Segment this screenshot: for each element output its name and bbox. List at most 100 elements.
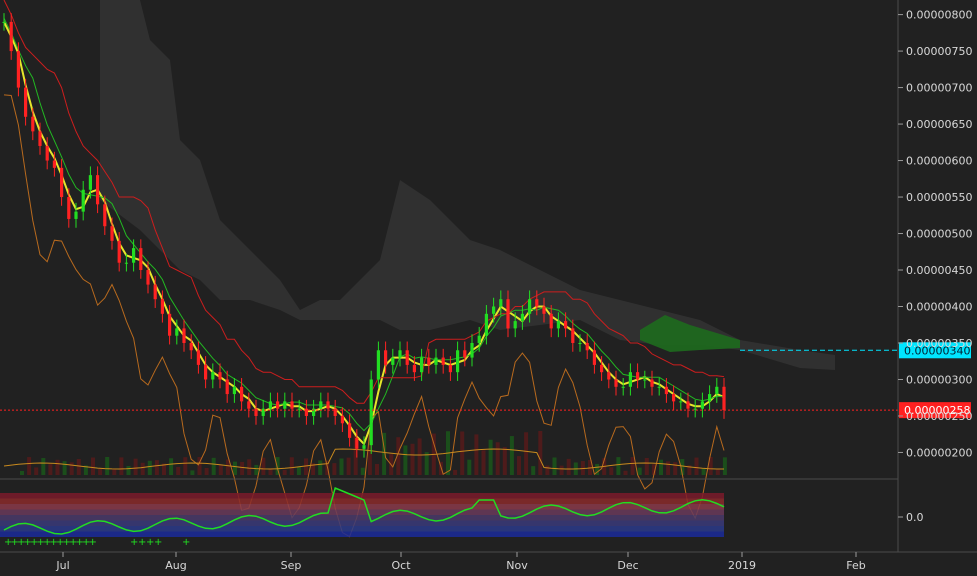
candle-body (679, 401, 683, 403)
candle-body (189, 342, 193, 351)
candle-body (124, 262, 128, 264)
candle-body (492, 306, 496, 314)
volume-bar (509, 436, 514, 475)
volume-bar (296, 466, 301, 475)
candle-body (110, 226, 114, 241)
volume-bar (332, 463, 337, 475)
candle-body (103, 204, 107, 227)
candle-body (240, 386, 244, 402)
candle-body (700, 401, 704, 409)
volume-bar (495, 442, 500, 475)
volume-bar (55, 459, 60, 475)
candle-body (722, 386, 726, 411)
volume-bar (147, 460, 152, 475)
volume-bar (48, 464, 53, 475)
candle-body (585, 342, 589, 351)
volume-bar (375, 463, 379, 475)
volume-bar (254, 464, 259, 475)
volume-bar (559, 465, 564, 475)
candle-body (218, 372, 222, 380)
candle-body (506, 299, 510, 329)
volume-bar (76, 458, 81, 475)
candle-body (376, 350, 380, 380)
volume-bar (233, 461, 237, 475)
candle-body (340, 415, 344, 424)
volume-bar (666, 461, 671, 475)
candle-body (182, 328, 186, 343)
price-tick-label: 0.00000450 (906, 264, 972, 277)
candle-body (247, 401, 251, 409)
candle-body (369, 379, 373, 446)
date-label: Feb (846, 559, 865, 572)
signal-marker: + (154, 537, 162, 548)
candle-body (600, 364, 604, 373)
candle-body (470, 342, 474, 358)
date-label: Dec (617, 559, 638, 572)
volume-bar (282, 470, 287, 475)
candle-body (556, 321, 560, 329)
volume-bar (119, 457, 124, 475)
price-tick-label: 0.00000250 (906, 410, 972, 423)
candle-body (564, 321, 568, 329)
candle-body (592, 350, 596, 365)
candle-body (398, 350, 402, 358)
volume-bar (659, 459, 663, 475)
volume-bar (630, 457, 635, 475)
candle-body (160, 299, 164, 314)
candle-body (9, 21, 13, 52)
price-tick-label: 0.00000400 (906, 301, 972, 314)
volume-bar (502, 447, 507, 475)
candle-body (96, 175, 100, 205)
candle-body (362, 445, 366, 449)
candle-body (636, 372, 640, 380)
candle-body (513, 321, 517, 329)
price-chart[interactable]: 0.000003400.00000258 ++++++++++++++ + + + + +… (0, 0, 977, 576)
signal-marker: + (89, 537, 97, 548)
price-tick-label: 0.00000200 (906, 446, 972, 459)
candle-body (542, 306, 546, 314)
price-tick-label: 0.00000300 (906, 373, 972, 386)
candle-body (391, 357, 395, 365)
candle-body (168, 313, 172, 336)
volume-bar (105, 457, 110, 475)
candle-body (672, 394, 676, 402)
candle-body (45, 145, 49, 161)
candle-body (405, 350, 409, 365)
volume-bar (91, 457, 95, 475)
volume-bar (204, 467, 209, 475)
candle-body (614, 379, 618, 387)
price-tick-label: 0.00000800 (906, 9, 972, 22)
candle-body (225, 379, 229, 395)
volume-bar (538, 431, 543, 475)
candle-body (520, 313, 524, 322)
candle-body (535, 299, 539, 307)
candle-body (664, 386, 668, 395)
candle-body (16, 51, 20, 88)
candle-body (31, 116, 35, 132)
candle-body (348, 423, 352, 438)
candle-body (456, 350, 460, 373)
volume-bar (218, 464, 223, 475)
candle-body (2, 21, 6, 23)
volume-bar (126, 465, 131, 475)
candle-body (434, 357, 438, 365)
price-tick-label: 0.00000550 (906, 191, 972, 204)
candle-body (211, 372, 215, 380)
volume-bar (183, 457, 188, 475)
candle-body (384, 350, 388, 365)
candle-body (607, 372, 611, 380)
volume-bar (673, 462, 678, 475)
candle-body (355, 437, 359, 449)
volume-bar (715, 469, 720, 475)
price-tick-label: 0.00000700 (906, 82, 972, 95)
candle-body (283, 401, 287, 409)
candle-body (484, 313, 488, 336)
candle-body (232, 386, 236, 395)
volume-bar (69, 462, 74, 475)
oscillator-tick-label: 0.0 (906, 511, 924, 524)
candle-body (463, 350, 467, 358)
candle-body (204, 364, 208, 380)
volume-bar (360, 467, 365, 475)
volume-bar (261, 457, 266, 475)
candle-body (326, 401, 330, 409)
